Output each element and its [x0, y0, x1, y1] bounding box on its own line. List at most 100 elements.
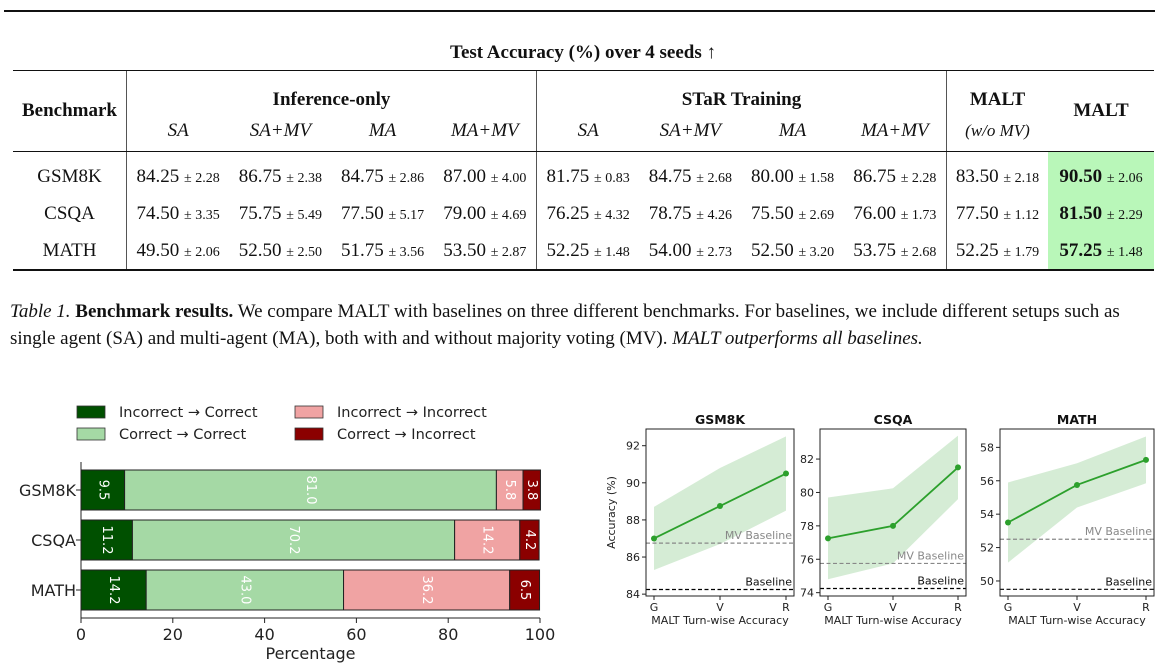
cell-std: ± 2.86 [388, 170, 425, 186]
table-cell: 84.75 ± 2.68 [639, 152, 741, 196]
cell-std: ± 2.18 [1003, 170, 1040, 186]
y-tick-label: 82 [800, 453, 814, 466]
cell-std: ± 0.83 [594, 170, 630, 186]
cell-std: ± 3.56 [388, 244, 425, 260]
data-point [1005, 519, 1011, 526]
cell-std: ± 1.48 [1106, 244, 1143, 260]
cell-std: ± 1.12 [1003, 207, 1040, 223]
caption-title: Benchmark results. [75, 301, 234, 322]
y-tick-label: 58 [980, 441, 994, 454]
cell-std: ± 4.00 [490, 170, 527, 186]
cell-std: ± 2.50 [286, 244, 322, 260]
row-benchmark: MATH [13, 232, 127, 271]
table-title: Test Accuracy (%) over 4 seeds ↑ [450, 42, 716, 63]
x-tick-label: 40 [254, 625, 274, 644]
y-tick-label: 52 [980, 542, 994, 555]
y-tick-label: 74 [800, 587, 814, 600]
table-cell: 75.50 ± 2.69 [741, 195, 843, 232]
header-sub-wo-mv: (w/o MV) [946, 111, 1048, 152]
cell-std: ± 3.35 [184, 207, 220, 223]
table-cell: 77.50 ± 5.17 [331, 195, 433, 232]
header-sub: MA [741, 111, 844, 152]
cell-mean: 80.00 [750, 165, 794, 187]
cell-mean: 84.75 [648, 165, 692, 187]
data-point [783, 470, 789, 477]
x-tick-label: V [716, 601, 724, 614]
cell-std: ± 5.17 [388, 207, 425, 223]
data-point [890, 522, 896, 529]
y-tick-label: 76 [800, 553, 814, 566]
x-tick-label: V [1073, 601, 1081, 614]
cell-mean: 75.75 [238, 202, 282, 224]
cell-std: ± 2.06 [184, 244, 220, 260]
bar-data-label: 43.0 [237, 576, 252, 605]
top-rule [4, 10, 1155, 12]
cell-std: ± 1.58 [798, 170, 835, 186]
bar-data-label: 6.5 [517, 580, 532, 601]
y-tick-label: 92 [626, 440, 640, 453]
cell-mean: 90.50 [1059, 165, 1103, 187]
cell-std: ± 3.20 [798, 244, 835, 260]
data-point [825, 535, 831, 542]
cell-mean: 76.00 [853, 202, 896, 224]
baseline-label: MV Baseline [1085, 525, 1152, 538]
legend-swatch [76, 427, 106, 441]
cell-mean: 78.75 [648, 202, 692, 224]
y-tick-label: 88 [626, 514, 640, 527]
best-cell: 81.50 ± 2.29 [1048, 195, 1154, 232]
bar-data-label: 11.2 [99, 526, 114, 555]
y-tick-label: MATH [31, 581, 76, 600]
x-tick-label: 100 [525, 625, 556, 644]
cell-std: ± 2.68 [900, 244, 937, 260]
table-cell: 53.75 ± 2.68 [843, 232, 947, 271]
stacked-bar-chart: Incorrect → Correct Correct → Correct Inco… [19, 405, 556, 663]
header-benchmark: Benchmark [13, 70, 127, 152]
data-point [651, 535, 657, 542]
line-chart-panel: MV Baseline Baseline 74 76 78 80 82 G V R CSQA MALT… [800, 412, 967, 627]
y-tick-label: 50 [980, 575, 994, 588]
table-cell: 52.50 ± 3.20 [741, 232, 844, 271]
cell-mean: 77.50 [955, 202, 999, 224]
results-table: Benchmark Inference-only STaR Training M… [13, 70, 1154, 271]
cell-mean: 76.25 [546, 202, 590, 224]
table-cell: 52.50 ± 2.50 [229, 232, 332, 271]
cell-std: ± 2.28 [900, 170, 937, 186]
cell-mean: 81.75 [546, 165, 590, 187]
data-point [1074, 481, 1080, 488]
table-cell: 76.25 ± 4.32 [535, 195, 640, 232]
y-tick-label: 80 [800, 486, 814, 499]
header-sub: MA+MV [433, 111, 537, 152]
cell-std: ± 1.79 [1003, 244, 1040, 260]
cell-std: ± 4.32 [594, 207, 630, 223]
chart-title: CSQA [874, 412, 913, 427]
cell-mean: 49.50 [136, 239, 180, 261]
header-inference-only: Inference-only [126, 70, 537, 111]
chart-title: GSM8K [695, 412, 746, 427]
cell-std: ± 2.28 [184, 170, 220, 186]
best-cell: 90.50 ± 2.06 [1048, 151, 1154, 195]
legend-label: Correct → Incorrect [337, 427, 476, 443]
y-tick-label: 86 [626, 551, 640, 564]
data-point [717, 503, 723, 510]
cell-mean: 57.25 [1059, 239, 1103, 261]
cell-mean: 74.50 [136, 202, 180, 224]
x-tick-label: G [650, 601, 659, 614]
table-cell: 87.00 ± 4.00 [434, 152, 537, 196]
cell-std: ± 2.06 [1106, 170, 1143, 186]
cell-std: ± 2.68 [696, 170, 732, 186]
table-cell: 79.00 ± 4.69 [434, 195, 537, 232]
y-tick-label: 56 [980, 475, 994, 488]
bar-data-label: 36.2 [419, 576, 434, 605]
legend-swatch [76, 405, 106, 419]
cell-mean: 52.50 [238, 239, 282, 261]
x-tick-label: 60 [346, 625, 366, 644]
bar-data-label: 3.8 [524, 480, 539, 501]
table-cell: 75.75 ± 5.49 [229, 195, 331, 232]
bar-data-label: 14.2 [106, 576, 121, 605]
cell-std: ± 5.49 [286, 207, 322, 223]
table-cell: 54.00 ± 2.73 [639, 232, 742, 271]
header-sub: SA+MV [229, 111, 332, 152]
cell-mean: 52.50 [750, 239, 794, 261]
y-tick-label: GSM8K [19, 481, 77, 500]
x-tick-label: 0 [76, 625, 86, 644]
